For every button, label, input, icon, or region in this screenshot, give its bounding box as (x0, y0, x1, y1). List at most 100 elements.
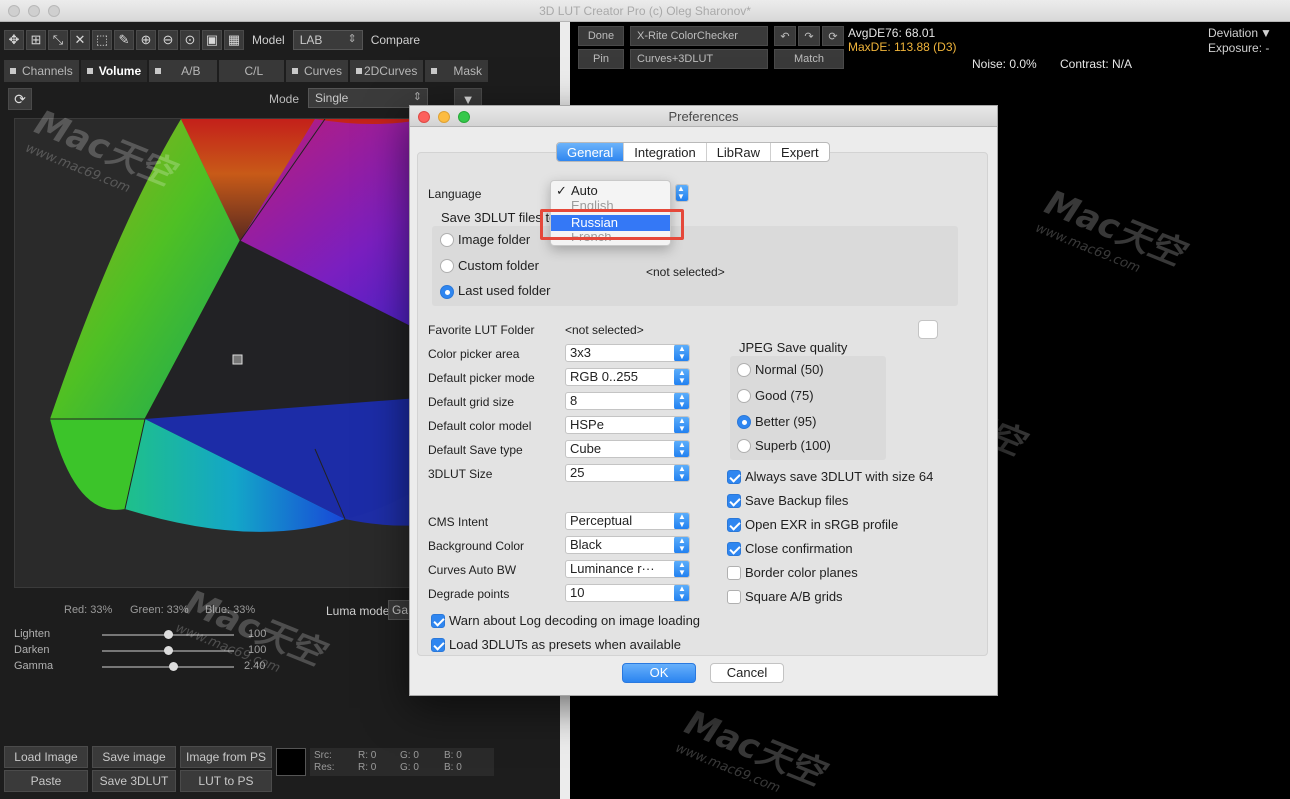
slider-knob[interactable] (164, 630, 173, 639)
checkbox-border-color-planes[interactable] (727, 566, 741, 580)
tab-mask[interactable]: Mask (425, 60, 488, 82)
checkbox-warn-log[interactable] (431, 614, 445, 628)
updown-icon: ▲ ▼ (674, 393, 689, 409)
radio-jpeg-normal[interactable] (737, 363, 751, 377)
tab-label: C/L (244, 64, 264, 78)
slider-knob[interactable] (169, 662, 179, 671)
curves-auto-bw-select[interactable]: Luminance r··· ▲ ▼ (565, 560, 690, 578)
warn-log-label: Warn about Log decoding on image loading (449, 613, 701, 628)
frame-icon[interactable]: ▣ (202, 30, 222, 50)
eyedropper-icon[interactable]: ✎ (114, 30, 134, 50)
color-picker-area-select[interactable]: 3x3 ▲ ▼ (565, 344, 690, 362)
radio-jpeg-better[interactable] (737, 415, 751, 429)
checkbox-load-presets[interactable] (431, 638, 445, 652)
radio-custom-folder[interactable] (440, 259, 454, 273)
radio-image-folder[interactable] (440, 233, 454, 247)
load-image-button[interactable]: Load Image (4, 746, 88, 768)
select-rect-icon[interactable]: ⬚ (92, 30, 112, 50)
tab-channels[interactable]: Channels (4, 60, 79, 82)
match-button[interactable]: Match (774, 49, 844, 69)
shrink-icon[interactable]: ⤡ (48, 30, 68, 50)
zoom-in-icon[interactable]: ⊕ (136, 30, 156, 50)
paste-button[interactable]: Paste (4, 770, 88, 792)
checkbox-close-confirmation[interactable] (727, 542, 741, 556)
image-from-ps-button[interactable]: Image from PS (180, 746, 272, 768)
model-select[interactable]: LAB ⇕ (292, 30, 363, 50)
checkbox-open-exr[interactable] (727, 518, 741, 532)
tab-curves[interactable]: Curves (285, 60, 348, 82)
background-color-select[interactable]: Black ▲ ▼ (565, 536, 690, 554)
checkbox-square-ab-grids[interactable] (727, 590, 741, 604)
zoom-out-icon[interactable]: ⊖ (158, 30, 178, 50)
cms-intent-select[interactable]: Perceptual ▲ ▼ (565, 512, 690, 530)
setting-label: Default grid size (428, 395, 515, 409)
checkbox-always-save-64[interactable] (727, 470, 741, 484)
favorite-lut-browse-button[interactable] (918, 320, 938, 339)
tab-indicator-icon (355, 68, 362, 74)
radio-last-used-folder[interactable] (440, 285, 454, 299)
tab-general[interactable]: General (557, 143, 624, 161)
model-label: Model (252, 33, 285, 47)
select-value: 3x3 (570, 345, 591, 360)
done-button[interactable]: Done (578, 26, 624, 46)
save-3dlut-button[interactable]: Save 3DLUT (92, 770, 176, 792)
dropdown-arrow-icon[interactable]: ▼ (1260, 26, 1272, 40)
gamma-slider[interactable] (102, 662, 234, 671)
tab-ab[interactable]: A/B (149, 60, 217, 82)
tab-cl[interactable]: C/L (218, 60, 284, 82)
option-label: English (571, 199, 614, 209)
expand-icon[interactable]: ✕ (70, 30, 90, 50)
curves-3dlut-select[interactable]: Curves+3DLUT (630, 49, 768, 69)
save-type-select[interactable]: Cube ▲ ▼ (565, 440, 690, 458)
picker-mode-select[interactable]: RGB 0..255 ▲ ▼ (565, 368, 690, 386)
slider-knob[interactable] (164, 646, 173, 655)
grid-view-icon[interactable]: ▦ (224, 30, 244, 50)
undo-icon[interactable]: ↶ (774, 26, 796, 46)
grid-size-select[interactable]: 8 ▲ ▼ (565, 392, 690, 410)
tab-integration[interactable]: Integration (623, 143, 705, 161)
checkbox-label: Always save 3DLUT with size 64 (745, 469, 934, 484)
refresh-icon[interactable]: ⟳ (8, 88, 32, 110)
checkbox-label: Save Backup files (745, 493, 849, 508)
jpeg-option-label: Normal (50) (755, 362, 824, 377)
language-select-stepper[interactable]: ▲ ▼ (675, 184, 689, 202)
setting-label: Default picker mode (428, 371, 535, 385)
tab-expert[interactable]: Expert (770, 143, 829, 161)
colorchecker-select[interactable]: X-Rite ColorChecker (630, 26, 768, 46)
tab-libraw[interactable]: LibRaw (705, 143, 770, 161)
save-image-button[interactable]: Save image (92, 746, 176, 768)
move-icon[interactable]: ✥ (4, 30, 24, 50)
window-title: 3D LUT Creator Pro (c) Oleg Sharonov* (539, 4, 751, 18)
cancel-button[interactable]: Cancel (710, 663, 784, 683)
compare-label[interactable]: Compare (371, 33, 420, 47)
degrade-points-select[interactable]: 10 ▲ ▼ (565, 584, 690, 602)
tab-volume[interactable]: Volume (80, 60, 148, 82)
lut-to-ps-button[interactable]: LUT to PS (180, 770, 272, 792)
pin-button[interactable]: Pin (578, 49, 624, 69)
redo-icon[interactable]: ↷ (798, 26, 820, 46)
favorite-lut-value[interactable]: <not selected> (565, 323, 644, 337)
grid-icon[interactable]: ⊞ (26, 30, 46, 50)
3dlut-size-select[interactable]: 25 ▲ ▼ (565, 464, 690, 482)
language-option-english[interactable]: English (551, 199, 670, 209)
tab-2dcurves[interactable]: 2DCurves (349, 60, 424, 82)
colorchecker-value: X-Rite ColorChecker (637, 30, 738, 42)
radio-jpeg-good[interactable] (737, 389, 751, 403)
color-model-select[interactable]: HSPe ▲ ▼ (565, 416, 690, 434)
tab-indicator-icon (291, 68, 298, 74)
ok-button[interactable]: OK (622, 663, 696, 683)
tab-indicator-icon (431, 68, 438, 74)
noise-readout: Noise: 0.0% (972, 57, 1037, 71)
checkbox-label: Square A/B grids (745, 589, 843, 604)
radio-jpeg-superb[interactable] (737, 439, 751, 453)
reload-icon[interactable]: ⟳ (822, 26, 844, 46)
deviation-label[interactable]: Deviation (1208, 26, 1258, 40)
select-value: Black (570, 537, 602, 552)
setting-label: Default Save type (428, 443, 523, 457)
checkbox-save-backup[interactable] (727, 494, 741, 508)
updown-icon: ▲ ▼ (676, 185, 688, 201)
language-option-auto[interactable]: ✓ Auto (551, 183, 670, 199)
zoom-fit-icon[interactable]: ⊙ (180, 30, 200, 50)
maxde-readout: MaxDE: 113.88 (D3) (848, 40, 957, 54)
select-value: 10 (570, 585, 585, 600)
